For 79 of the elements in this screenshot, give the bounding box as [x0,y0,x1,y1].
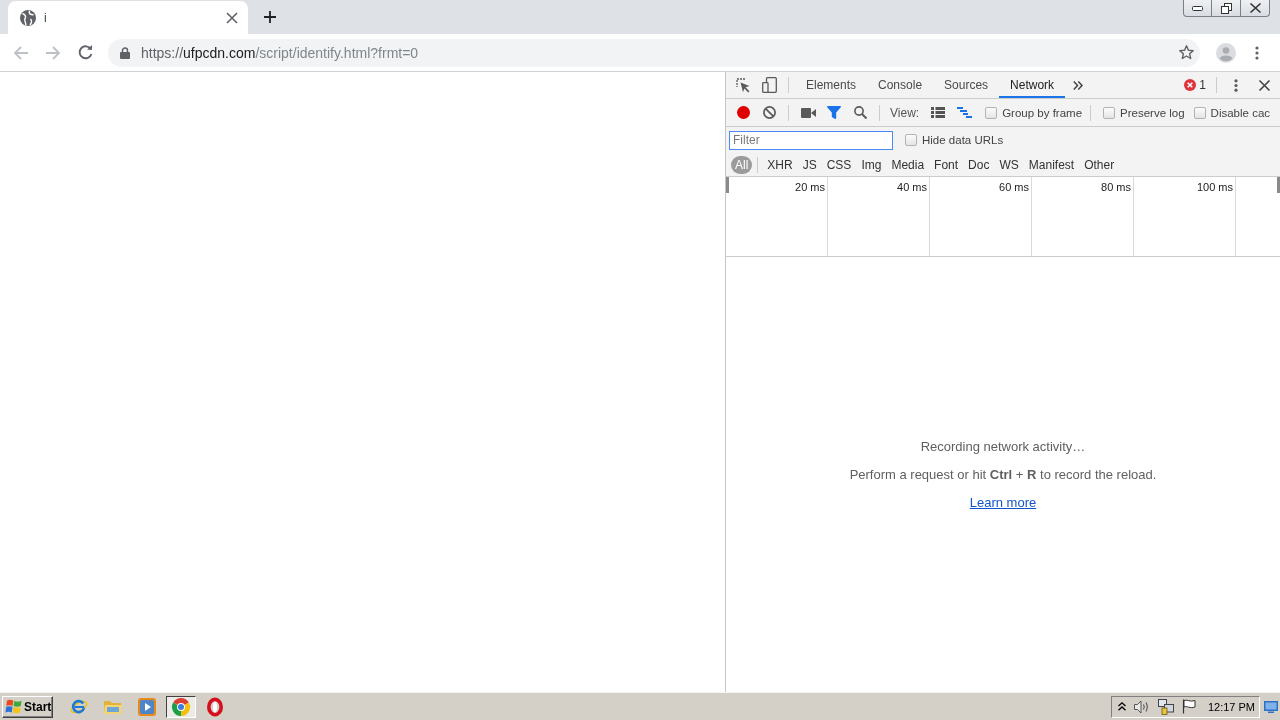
clock-text: 12:17 PM [1207,700,1255,713]
network-icon [1157,698,1174,715]
media-player-icon [138,697,156,716]
menu-icon [1255,45,1259,60]
double-chevron-icon [1073,80,1084,90]
checkbox[interactable] [905,134,917,146]
chevron-up-icon [1117,702,1126,711]
checkbox-label: Hide data URLs [922,134,1004,146]
minimize-button[interactable] [1183,0,1212,17]
panel-tab[interactable]: Sources [933,72,1000,98]
checkbox-label: Group by frame [1002,106,1083,119]
hint-text: Perform a request or hit Ctrl + R to record the reload. [849,466,1157,483]
close-icon [1258,79,1270,91]
arrow-left-icon [14,45,28,60]
avatar-icon [1216,42,1236,63]
type-filter-button[interactable]: Doc [964,155,994,174]
error-icon [1184,79,1197,91]
reload-icon [77,45,93,60]
type-filter-button[interactable]: JS [798,155,821,174]
time-tick-label: 40 ms [897,181,927,193]
checkbox[interactable] [985,106,998,119]
folder-icon [104,698,122,715]
close-window-button[interactable] [1241,0,1270,17]
tab-close-button[interactable] [224,9,240,26]
speaker-icon [1133,699,1150,714]
type-filter-button[interactable]: Manifest [1024,155,1079,174]
checkbox[interactable] [1103,106,1116,119]
browser-tab[interactable]: i [8,1,248,34]
type-filter-button[interactable]: Font [930,155,963,174]
checkbox[interactable] [1193,106,1206,119]
taskbar-app-button[interactable] [166,695,196,718]
start-button[interactable]: Start [2,695,53,718]
address-bar[interactable]: https://ufpcdn.com/script/identify.html?frmt=0 [108,38,1200,67]
star-icon [1178,45,1194,60]
range-handle[interactable] [1277,177,1280,193]
devices-icon [761,77,777,93]
panel-tab[interactable]: Elements [795,72,868,98]
monitor-icon [1264,700,1278,713]
time-tick-label: 60 ms [999,181,1029,193]
e-logo-icon [70,697,88,716]
time-tick-label: 80 ms [1101,181,1131,193]
learn-more-link[interactable]: Learn more [969,494,1037,511]
clear-icon [762,106,776,119]
windows-flag-icon [6,699,22,714]
type-filter-button[interactable]: Img [857,155,886,174]
error-counter[interactable]: 1 [1180,78,1210,92]
lock-icon [120,46,130,59]
url-text: https://ufpcdn.com/script/identify.html?frmt=0 [141,44,420,61]
plus-icon [264,11,276,23]
flag-icon [1181,699,1196,714]
minimize-icon [1192,5,1203,11]
type-filter-button[interactable]: CSS [822,155,856,174]
restore-icon [1220,2,1232,14]
close-icon [227,12,237,23]
close-icon [1249,3,1261,13]
tab-title: i [44,10,48,25]
type-filter-button[interactable]: Media [887,155,929,174]
restore-button[interactable] [1212,0,1241,17]
filter-input[interactable]: Filter [729,130,893,150]
range-handle[interactable] [726,177,729,193]
menu-icon [1234,78,1238,92]
globe-icon [20,9,36,26]
panel-tab[interactable]: Console [867,72,934,98]
arrow-right-icon [46,45,60,60]
checkbox-label: Preserve log [1120,106,1185,119]
time-tick-label: 20 ms [795,181,825,193]
camera-icon [800,107,816,118]
view-label: View: [890,105,920,120]
search-icon [853,106,867,119]
o-logo-icon [207,697,223,716]
show-desktop-button[interactable] [1264,700,1278,713]
status-message: Recording network activity… [920,438,1086,455]
type-filter-button[interactable]: Other [1080,155,1119,174]
checkbox-label: Disable cac [1210,106,1271,119]
type-filter-button[interactable]: WS [995,155,1023,174]
tricolor-circle-icon [172,697,190,716]
time-tick-label: 100 ms [1196,181,1233,193]
type-filter-button[interactable]: XHR [763,155,797,174]
select-element-icon [735,77,751,93]
